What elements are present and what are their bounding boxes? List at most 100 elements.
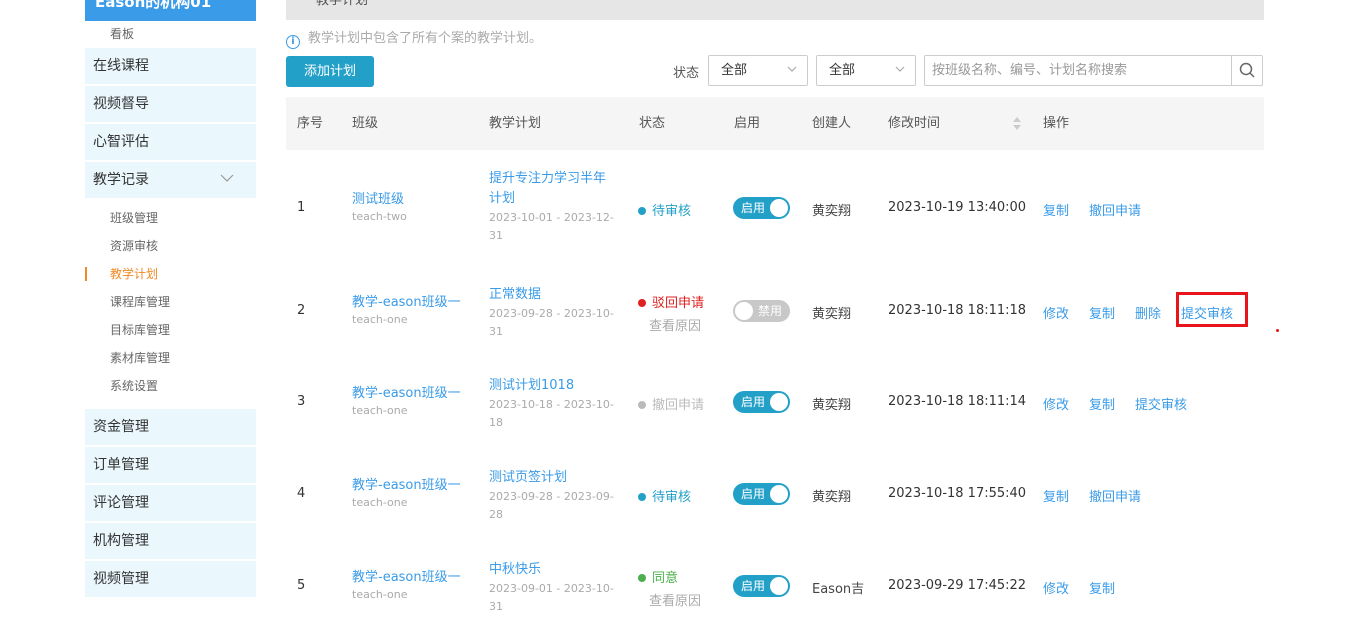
sidebar-item-comments[interactable]: 评论管理 [85, 485, 256, 521]
creator: Eason吉 [812, 582, 865, 597]
sidebar-item-class-management[interactable]: 班级管理 [85, 204, 256, 232]
row-index: 4 [297, 486, 306, 501]
status-badge: 驳回申请 [638, 292, 704, 311]
enable-toggle[interactable]: 启用 [733, 575, 790, 597]
sidebar-item-dashboard[interactable]: 看板 [85, 21, 256, 48]
plan-date-range: 2023-09-28 - 2023-09-28 [489, 490, 614, 521]
class-name-link[interactable]: 教学-eason班级一 [352, 382, 461, 401]
plan-name-link[interactable]: 测试页签计划 [489, 468, 614, 488]
col-modified-time: 修改时间 [888, 116, 941, 131]
class-cell: 教学-eason班级一 teach-one [352, 291, 461, 326]
enable-toggle[interactable]: 启用 [733, 391, 790, 413]
delete-button[interactable]: 删除 [1135, 303, 1161, 322]
edit-button[interactable]: 修改 [1043, 578, 1069, 597]
status-text: 同意 [652, 571, 679, 586]
copy-button[interactable]: 复制 [1043, 486, 1069, 505]
sidebar-item-mental-assessment[interactable]: 心智评估 [85, 124, 256, 160]
sidebar-item-orders[interactable]: 订单管理 [85, 447, 256, 483]
modified-time: 2023-10-18 18:11:18 [888, 303, 1027, 318]
sidebar-item-videos[interactable]: 视频管理 [85, 561, 256, 597]
class-name-link[interactable]: 测试班级 [352, 188, 407, 207]
highlight-box [1176, 292, 1248, 327]
copy-button[interactable]: 复制 [1089, 303, 1115, 322]
status-dot [638, 574, 646, 582]
page-title: 教学计划 [286, 0, 1264, 20]
row-index: 1 [297, 200, 306, 215]
sidebar-item-material-library[interactable]: 素材库管理 [85, 344, 256, 372]
creator: 黄奕翔 [812, 307, 852, 322]
table-row: 5 教学-eason班级一 teach-one 中秋快乐 2023-09-01 - 20… [286, 540, 1264, 625]
enable-toggle[interactable]: 启用 [733, 197, 790, 219]
col-class: 班级 [352, 116, 379, 131]
modified-time: 2023-10-18 18:11:14 [888, 394, 1027, 409]
category-select[interactable]: 全部 [816, 55, 916, 86]
sidebar-item-goal-library[interactable]: 目标库管理 [85, 316, 256, 344]
status-text: 撤回申请 [652, 398, 705, 413]
enable-toggle[interactable]: 启用 [733, 483, 790, 505]
status-select[interactable]: 全部 [708, 55, 808, 86]
class-name-link[interactable]: 教学-eason班级一 [352, 566, 461, 585]
creator: 黄奕翔 [812, 490, 852, 505]
submit-review-button[interactable]: 提交审核 [1135, 394, 1187, 413]
withdraw-button[interactable]: 撤回申请 [1089, 486, 1141, 505]
sidebar-item-label: 教学记录 [93, 172, 149, 188]
plan-cell: 提升专注力学习半年计划 2023-10-01 - 2023-12-31 [489, 169, 614, 245]
col-plan: 教学计划 [489, 116, 542, 131]
sort-icon[interactable] [1013, 117, 1021, 130]
status-cell: 待审核 [638, 486, 691, 505]
status-dot [638, 401, 646, 409]
enable-toggle[interactable]: 禁用 [733, 300, 790, 322]
class-code: teach-two [352, 210, 407, 223]
sidebar-item-video-supervision[interactable]: 视频督导 [85, 86, 256, 122]
org-name[interactable]: Eason的机构01 [85, 0, 256, 21]
toggle-label: 启用 [741, 201, 766, 215]
chevron-down-icon [220, 174, 234, 182]
sidebar-item-funds[interactable]: 资金管理 [85, 409, 256, 445]
info-icon: i [286, 35, 300, 49]
row-index: 5 [297, 578, 306, 593]
class-code: teach-one [352, 496, 408, 509]
toggle-knob [770, 199, 788, 217]
copy-button[interactable]: 复制 [1043, 200, 1069, 219]
search-box[interactable]: 按班级名称、编号、计划名称搜索 [924, 55, 1263, 86]
search-button[interactable] [1231, 56, 1262, 85]
search-input[interactable]: 按班级名称、编号、计划名称搜索 [932, 56, 1127, 85]
app-root: Eason的机构01 看板 在线课程 视频督导 心智评估 教学记录 班级管理 资… [0, 0, 1366, 625]
plan-date-range: 2023-10-01 - 2023-12-31 [489, 211, 614, 242]
plan-name-link[interactable]: 中秋快乐 [489, 560, 614, 580]
status-select-value: 全部 [721, 63, 748, 78]
sidebar-item-resource-review[interactable]: 资源审核 [85, 232, 256, 260]
copy-button[interactable]: 复制 [1089, 578, 1115, 597]
class-name-link[interactable]: 教学-eason班级一 [352, 474, 461, 493]
plan-name-link[interactable]: 提升专注力学习半年计划 [489, 169, 614, 209]
plan-name-link[interactable]: 正常数据 [489, 285, 614, 305]
edit-button[interactable]: 修改 [1043, 303, 1069, 322]
plan-date-range: 2023-10-18 - 2023-10-18 [489, 398, 614, 429]
status-badge: 待审核 [638, 200, 691, 219]
withdraw-button[interactable]: 撤回申请 [1089, 200, 1141, 219]
sidebar-item-teaching-plan[interactable]: 教学计划 [85, 260, 256, 288]
toggle-knob [735, 302, 753, 320]
edit-button[interactable]: 修改 [1043, 394, 1069, 413]
sidebar-item-system-settings[interactable]: 系统设置 [85, 372, 256, 400]
copy-button[interactable]: 复制 [1089, 394, 1115, 413]
status-badge: 待审核 [638, 486, 691, 505]
sidebar-item-institutions[interactable]: 机构管理 [85, 523, 256, 559]
view-reason-link[interactable]: 查看原因 [638, 315, 704, 334]
sidebar-item-online-course[interactable]: 在线课程 [85, 48, 256, 84]
class-name-link[interactable]: 教学-eason班级一 [352, 291, 461, 310]
info-tip: i 教学计划中包含了所有个案的教学计划。 [286, 30, 543, 49]
row-index: 2 [297, 303, 306, 318]
chevron-down-icon [895, 66, 905, 72]
sidebar-item-teaching-records[interactable]: 教学记录 [85, 162, 256, 198]
sidebar-item-course-library[interactable]: 课程库管理 [85, 288, 256, 316]
add-plan-button[interactable]: 添加计划 [286, 56, 374, 87]
view-reason-link[interactable]: 查看原因 [638, 590, 701, 609]
status-text: 待审核 [652, 204, 692, 219]
tip-text: 教学计划中包含了所有个案的教学计划。 [308, 31, 543, 46]
plan-cell: 测试页签计划 2023-09-28 - 2023-09-28 [489, 468, 614, 524]
col-actions: 操作 [1043, 116, 1070, 131]
toggle-label: 启用 [741, 487, 766, 501]
plan-name-link[interactable]: 测试计划1018 [489, 376, 614, 396]
main-content: 教学计划 i 教学计划中包含了所有个案的教学计划。 添加计划 状态 全部 全部 按… [286, 0, 1264, 625]
